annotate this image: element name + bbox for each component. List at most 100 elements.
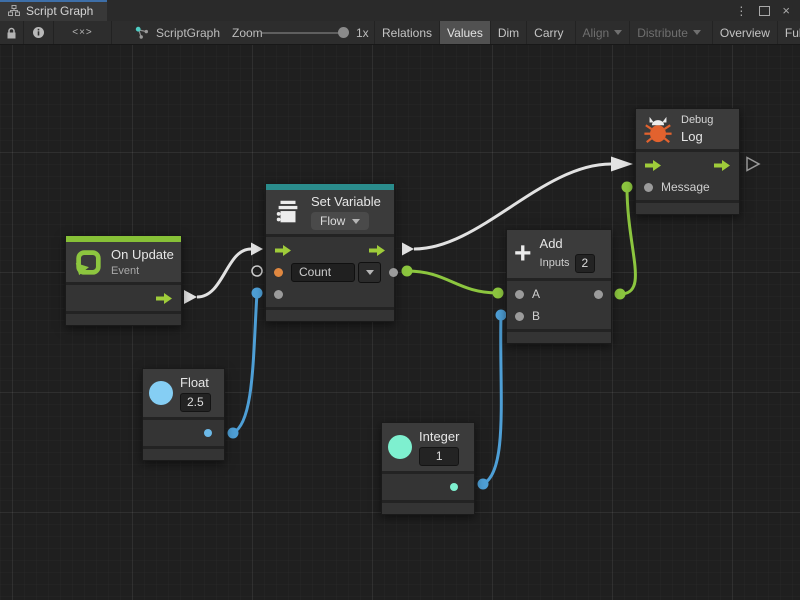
message-in-port[interactable] xyxy=(644,183,653,192)
toolbar-button-align: Align xyxy=(575,21,630,44)
wire-endpoint[interactable] xyxy=(228,428,239,439)
float-value-field[interactable]: 2.5 xyxy=(180,393,211,412)
inputs-label: Inputs xyxy=(540,257,570,269)
wire-endpoint[interactable] xyxy=(478,479,489,490)
integer-icon xyxy=(388,435,412,459)
node-footer xyxy=(266,310,394,321)
code-preview-button[interactable]: <×> xyxy=(54,21,112,44)
toolbar-button-distribute: Distribute xyxy=(629,21,708,44)
node-footer xyxy=(507,332,611,343)
unconnected-value-port[interactable] xyxy=(252,266,262,276)
variable-kind-dropdown[interactable]: Flow xyxy=(311,212,369,230)
wire-onupdate-setvariable[interactable] xyxy=(197,249,251,297)
maximize-icon[interactable] xyxy=(759,6,770,16)
graph-breadcrumb[interactable]: ScriptGraph xyxy=(135,21,220,44)
node-title: Log xyxy=(681,129,713,144)
wire-setvariable-add[interactable] xyxy=(407,271,498,293)
loop-event-icon xyxy=(73,247,103,277)
flow-port-connector[interactable] xyxy=(402,243,414,256)
graph-canvas[interactable]: On Update Event xyxy=(0,45,800,600)
script-graph-icon xyxy=(135,26,149,40)
variable-name-field[interactable]: Count xyxy=(291,263,355,282)
lock-button[interactable] xyxy=(0,21,24,44)
chevron-down-icon xyxy=(693,30,701,35)
node-title: On Update xyxy=(111,247,174,262)
graph-name-label: ScriptGraph xyxy=(156,26,220,40)
value-out-port[interactable] xyxy=(389,268,398,277)
float-out-port[interactable] xyxy=(204,429,212,437)
lock-icon xyxy=(6,27,17,39)
node-title: Set Variable xyxy=(311,194,381,209)
zoom-slider-track[interactable] xyxy=(262,32,344,34)
node-footer xyxy=(66,314,181,325)
float-icon xyxy=(149,381,173,405)
value-in-port[interactable] xyxy=(274,290,283,299)
unconnected-flow-port[interactable] xyxy=(747,158,759,171)
input-b-port[interactable] xyxy=(515,312,524,321)
wire-float-setvariable[interactable] xyxy=(233,293,257,433)
toolbar-button-carry[interactable]: Carry xyxy=(526,21,570,44)
info-button[interactable] xyxy=(24,21,54,44)
flow-port-connector[interactable] xyxy=(611,157,633,172)
message-label: Message xyxy=(661,180,710,194)
toolbar-button-fullscreen[interactable]: Full Screen xyxy=(777,21,800,44)
flow-out-port[interactable] xyxy=(368,244,386,257)
variable-in-port[interactable] xyxy=(274,268,283,277)
integer-value-field[interactable]: 1 xyxy=(419,447,459,466)
node-set-variable[interactable]: Set Variable Flow Count xyxy=(265,183,395,322)
wire-endpoint[interactable] xyxy=(402,266,413,277)
node-title: Add xyxy=(540,236,596,251)
tab-script-graph[interactable]: Script Graph xyxy=(0,0,107,21)
node-on-update[interactable]: On Update Event xyxy=(65,235,182,326)
result-out-port[interactable] xyxy=(594,290,603,299)
flow-port-connector[interactable] xyxy=(184,290,197,304)
node-add[interactable]: + Add Inputs 2 A B xyxy=(506,229,612,344)
node-integer[interactable]: Integer 1 xyxy=(381,422,475,515)
variable-icon xyxy=(273,197,303,227)
wire-endpoint[interactable] xyxy=(252,288,263,299)
node-subtitle: Event xyxy=(111,265,174,277)
wire-endpoint[interactable] xyxy=(493,288,504,299)
wire-endpoint[interactable] xyxy=(622,182,633,193)
chevron-down-icon xyxy=(352,219,360,224)
flow-in-port[interactable] xyxy=(274,244,292,257)
port-label-a: A xyxy=(532,287,540,301)
close-icon[interactable]: × xyxy=(782,4,790,17)
zoom-slider-handle[interactable] xyxy=(338,27,349,38)
flow-port-connector[interactable] xyxy=(251,243,263,256)
port-label-b: B xyxy=(532,309,540,323)
code-icon: <×> xyxy=(72,27,93,38)
chevron-down-icon xyxy=(366,270,374,275)
hierarchy-icon xyxy=(8,5,20,16)
more-options-icon[interactable]: ⋮ xyxy=(735,5,747,17)
node-debug-log[interactable]: Debug Log Message xyxy=(635,108,740,215)
integer-out-port[interactable] xyxy=(450,483,458,491)
plus-icon: + xyxy=(514,241,532,267)
node-title: Integer xyxy=(419,429,459,444)
tab-title: Script Graph xyxy=(26,4,93,18)
node-surtitle: Debug xyxy=(681,114,713,126)
node-footer xyxy=(143,449,224,460)
window-titlebar: Script Graph ⋮ × xyxy=(0,0,800,21)
flow-out-port[interactable] xyxy=(155,292,173,305)
zoom-value: 1x xyxy=(356,21,369,44)
wire-integer-add[interactable] xyxy=(483,315,501,484)
bug-icon xyxy=(643,114,673,144)
inputs-count-field[interactable]: 2 xyxy=(575,254,596,273)
flow-out-port[interactable] xyxy=(713,159,731,172)
node-float[interactable]: Float 2.5 xyxy=(142,368,225,461)
info-icon xyxy=(32,26,45,39)
chevron-down-icon xyxy=(614,30,622,35)
toolbar-button-relations[interactable]: Relations xyxy=(374,21,439,44)
wire-endpoint[interactable] xyxy=(615,289,626,300)
toolbar-button-values[interactable]: Values xyxy=(439,21,490,44)
wire-endpoint[interactable] xyxy=(496,310,507,321)
toolbar-button-overview[interactable]: Overview xyxy=(712,21,777,44)
input-a-port[interactable] xyxy=(515,290,524,299)
wire-add-debuglog[interactable] xyxy=(620,187,635,294)
zoom-label: Zoom xyxy=(232,21,263,44)
flow-in-port[interactable] xyxy=(644,159,662,172)
toolbar-button-dim[interactable]: Dim xyxy=(490,21,526,44)
variable-name-dropdown-button[interactable] xyxy=(358,262,381,283)
node-footer xyxy=(636,203,739,214)
